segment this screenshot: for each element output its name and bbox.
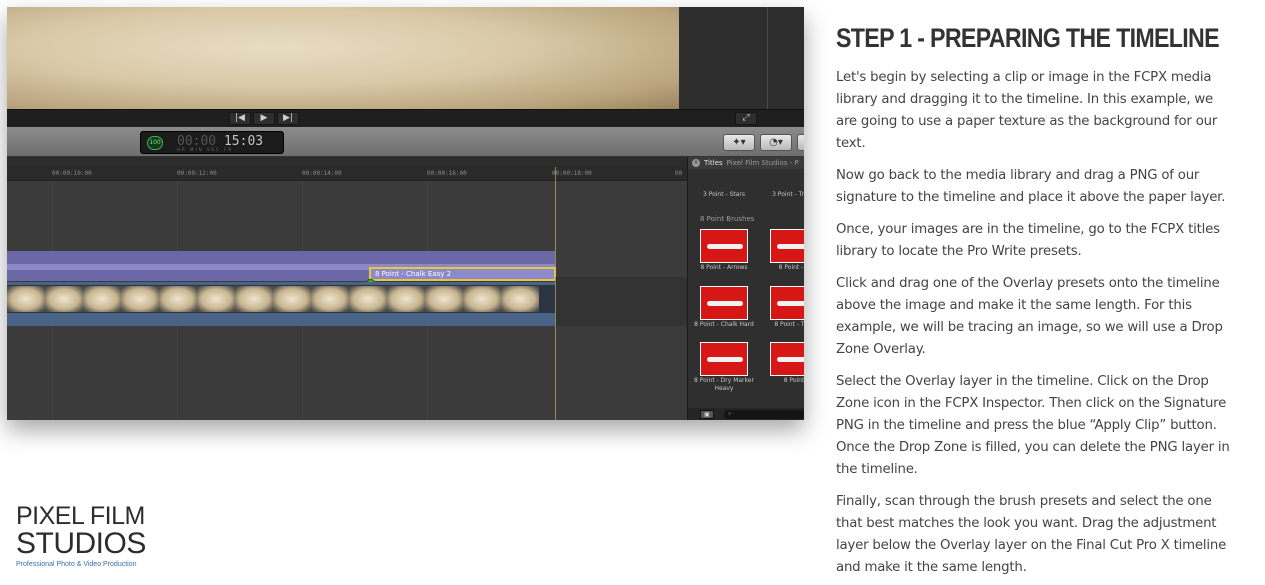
preset-label: 8 Point - Tigh	[774, 321, 804, 328]
paragraph: Let's begin by selecting a clip or image…	[836, 70, 1218, 151]
skip-back-icon[interactable]: |◀	[229, 112, 251, 125]
browser-footer: ▣ ⌕	[688, 408, 804, 420]
paragraph: Click and drag one of the Overlay preset…	[836, 276, 1223, 357]
brush-stroke-icon	[707, 357, 743, 362]
filmstrip-frame	[425, 286, 463, 312]
magic-wand-icon[interactable]: ✦▾	[723, 134, 755, 151]
timeline[interactable]: 00:00:10:00 00:00:12:00 00:00:14:00 00:0…	[7, 157, 687, 420]
preset-thumbnail[interactable]	[700, 286, 748, 320]
filmstrip-frame	[159, 286, 197, 312]
browser-subtitle: Pixel Film Studios - P	[726, 159, 799, 167]
preset-label: 8 Point	[783, 377, 804, 384]
fcpx-screenshot: |◀ ▶ ▶| ⤢ 100 00:00 15:03 HR MIN SEC FR …	[7, 7, 804, 420]
filmstrip-frame	[7, 286, 45, 312]
logo-line-1: PIXEL FILM	[16, 502, 145, 530]
timecode-display[interactable]: 100 00:00 15:03 HR MIN SEC FR	[140, 131, 284, 154]
browser-title: Titles	[704, 159, 723, 167]
brush-stroke-icon	[777, 301, 804, 306]
ruler-tick: 00	[675, 170, 683, 177]
filmstrip-frame	[387, 286, 425, 312]
browser-top-label: 3 Point - Tr	[772, 191, 804, 198]
timecode-units: HR MIN SEC FR	[177, 147, 234, 152]
timecode-badge: 100	[147, 136, 163, 150]
retime-icon[interactable]: ◔▾	[760, 134, 792, 151]
filmstrip-frame	[311, 286, 349, 312]
brush-stroke-icon	[707, 244, 743, 249]
preset-thumbnail[interactable]	[770, 342, 804, 376]
fullscreen-icon[interactable]: ⤢	[735, 112, 757, 125]
filmstrip-frame	[83, 286, 121, 312]
filmstrip-frame	[273, 286, 311, 312]
preset-thumbnail[interactable]	[770, 286, 804, 320]
ruler-tick: 00:00:10:00	[52, 170, 92, 177]
logo-line-2: STUDIOS	[16, 527, 146, 560]
preset-label: 8 Point - Chalk Hard	[694, 321, 754, 328]
browser-search-input[interactable]: ⌕	[724, 410, 804, 419]
preset-label: 8 Point - B	[778, 264, 804, 271]
preset-thumbnail[interactable]	[700, 342, 748, 376]
browser-section-title: 8 Point Brushes	[700, 215, 755, 223]
brush-stroke-icon	[777, 357, 804, 362]
paragraph: Select the Overlay layer in the timeline…	[836, 374, 1230, 477]
preset-label: 8 Point - Dry Marker Heavy	[694, 377, 754, 392]
titles-browser: × Titles Pixel Film Studios - P 3 Point -…	[687, 157, 804, 420]
filmstrip-frame	[45, 286, 83, 312]
ruler-tick: 00:00:12:00	[177, 170, 217, 177]
filmstrip	[7, 285, 555, 313]
preset-thumbnail[interactable]	[700, 229, 748, 263]
filmstrip-frame	[235, 286, 273, 312]
filmstrip-frame	[349, 286, 387, 312]
filmstrip-frame	[463, 286, 501, 312]
paper-clip[interactable]	[7, 282, 555, 326]
empty-track	[555, 277, 687, 326]
viewer-side-panel	[679, 7, 804, 109]
skip-forward-icon[interactable]: ▶|	[277, 112, 299, 125]
brush-stroke-icon	[777, 244, 804, 249]
article: STEP 1 - PREPARING THE TIMELINE Let's be…	[836, 20, 1231, 585]
toolbar-button-cut-off[interactable]	[797, 134, 804, 151]
timeline-ruler[interactable]: 00:00:10:00 00:00:12:00 00:00:14:00 00:0…	[7, 167, 687, 181]
preset-label: 8 Point - Arrows	[700, 264, 748, 271]
preset-thumbnail[interactable]	[770, 229, 804, 263]
ruler-tick: 00:00:18:00	[552, 170, 592, 177]
browser-top-label: 3 Point - Stars	[702, 191, 746, 198]
sidebar-toggle-icon[interactable]: ▣	[700, 410, 714, 419]
toolbar: 100 00:00 15:03 HR MIN SEC FR ✦▾ ◔▾	[7, 127, 804, 157]
title-clip[interactable]: 8 Point - Chalk Easy 2	[369, 267, 556, 281]
filmstrip-frame	[501, 286, 539, 312]
paragraph: Once, your images are in the timeline, g…	[836, 222, 1220, 259]
transport-bar: |◀ ▶ ▶| ⤢	[7, 109, 804, 127]
paragraph: Finally, scan through the brush presets …	[836, 494, 1227, 575]
play-icon[interactable]: ▶	[253, 112, 275, 125]
timeline-top-bar	[7, 157, 687, 167]
viewer	[7, 7, 804, 109]
filmstrip-frame	[197, 286, 235, 312]
step-title: STEP 1 - PREPARING THE TIMELINE	[836, 23, 1220, 53]
ruler-tick: 00:00:16:00	[427, 170, 467, 177]
ruler-tick: 00:00:14:00	[302, 170, 342, 177]
logo-tagline: Professional Photo & Video Production	[16, 561, 137, 568]
filmstrip-frame	[121, 286, 159, 312]
browser-header: × Titles Pixel Film Studios - P	[688, 157, 804, 169]
playhead[interactable]	[555, 167, 556, 420]
paper-texture-preview	[7, 7, 679, 109]
pixel-film-studios-logo[interactable]: PIXEL FILM STUDIOS Professional Photo & …	[16, 503, 196, 569]
close-icon[interactable]: ×	[692, 159, 700, 167]
paragraph: Now go back to the media library and dra…	[836, 168, 1226, 205]
brush-stroke-icon	[707, 301, 743, 306]
